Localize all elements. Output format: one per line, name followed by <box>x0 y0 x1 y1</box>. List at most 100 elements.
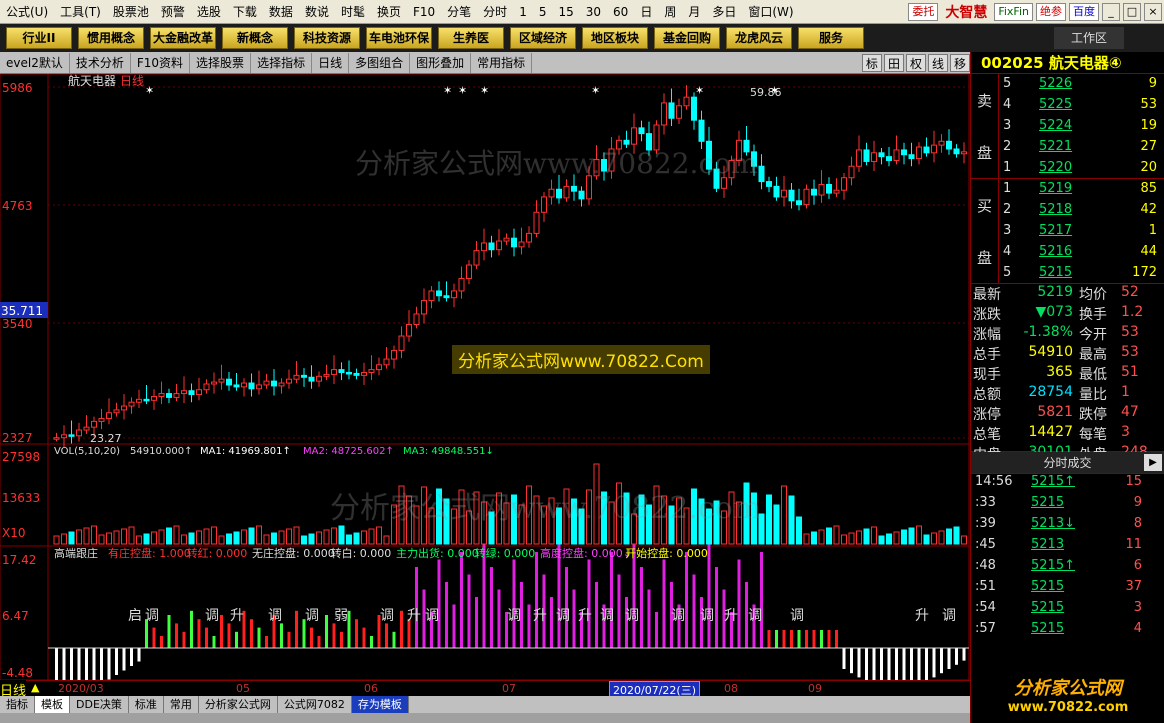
bottom-tab-1[interactable]: 模板 <box>35 696 70 713</box>
buy-price[interactable]: 5219 <box>1039 181 1072 196</box>
chart-stock-name: 航天电器 <box>68 74 116 88</box>
menu-item-18[interactable]: 日 <box>634 0 658 24</box>
sector-button-11[interactable]: 服务 <box>798 27 864 49</box>
sell-volume: 27 <box>1140 139 1157 154</box>
trade-row[interactable]: :39 5213↓ 8 <box>971 516 1164 537</box>
toolbar-item-6[interactable]: 多图组合 <box>349 52 411 73</box>
menu-item-17[interactable]: 60 <box>607 0 634 24</box>
menu-item-1[interactable]: 工具(T) <box>54 0 107 24</box>
trade-row[interactable]: :33 5215 9 <box>971 495 1164 516</box>
trade-row[interactable]: 14:56 5215↑ 15 <box>971 474 1164 495</box>
menu-item-6[interactable]: 数据 <box>263 0 299 24</box>
sector-button-6[interactable]: 生养医 <box>438 27 504 49</box>
menu-item-10[interactable]: F10 <box>407 0 441 24</box>
toolbar-item-7[interactable]: 图形叠加 <box>410 52 472 73</box>
sell-price[interactable]: 5220 <box>1039 160 1072 175</box>
sector-button-0[interactable]: 行业II <box>6 27 72 49</box>
buy-row[interactable]: 4 5216 44 <box>999 244 1164 265</box>
sell-price[interactable]: 5224 <box>1039 118 1072 133</box>
toolbar-toggle-4[interactable]: 移 <box>949 53 970 72</box>
sell-price[interactable]: 5221 <box>1039 139 1072 154</box>
candle-body <box>106 412 112 420</box>
bottom-tab-4[interactable]: 常用 <box>164 696 199 713</box>
sell-price[interactable]: 5225 <box>1039 97 1072 112</box>
sector-button-9[interactable]: 基金回购 <box>654 27 720 49</box>
order-badge[interactable]: 委托 <box>908 3 939 21</box>
bottom-tab-2[interactable]: DDE决策 <box>70 696 129 713</box>
bottom-tab-7[interactable]: 存为模板 <box>351 696 409 713</box>
trade-row[interactable]: :57 5215 4 <box>971 621 1164 642</box>
menu-item-5[interactable]: 下载 <box>227 0 263 24</box>
buy-price[interactable]: 5216 <box>1039 244 1072 259</box>
menu-item-9[interactable]: 换页 <box>371 0 407 24</box>
toolbar-item-5[interactable]: 日线 <box>312 52 350 73</box>
sector-button-8[interactable]: 地区板块 <box>582 27 648 49</box>
badge-3[interactable]: 绝参 <box>1036 3 1066 21</box>
sell-price[interactable]: 5226 <box>1039 76 1072 91</box>
toolbar-item-2[interactable]: F10资料 <box>131 52 191 73</box>
sector-button-5[interactable]: 车电池环保 <box>366 27 432 49</box>
sell-row[interactable]: 1 5220 20 <box>999 160 1164 181</box>
buy-row[interactable]: 5 5215 172 <box>999 265 1164 286</box>
sector-button-3[interactable]: 新概念 <box>222 27 288 49</box>
menu-item-11[interactable]: 分笔 <box>441 0 477 24</box>
buy-price[interactable]: 5218 <box>1039 202 1072 217</box>
buy-row[interactable]: 1 5219 85 <box>999 181 1164 202</box>
bottom-tab-5[interactable]: 分析家公式网 <box>199 696 278 713</box>
menu-item-15[interactable]: 15 <box>552 0 579 24</box>
menu-item-8[interactable]: 时髦 <box>335 0 371 24</box>
buy-price[interactable]: 5217 <box>1039 223 1072 238</box>
toolbar-toggle-2[interactable]: 权 <box>905 53 926 72</box>
maximize-icon[interactable]: □ <box>1123 3 1141 21</box>
toolbar-item-3[interactable]: 选择股票 <box>190 52 252 73</box>
menu-item-7[interactable]: 数说 <box>299 0 335 24</box>
candle-body <box>541 196 547 213</box>
menu-item-12[interactable]: 分时 <box>477 0 513 24</box>
sector-button-1[interactable]: 惯用概念 <box>78 27 144 49</box>
buy-price[interactable]: 5215 <box>1039 265 1072 280</box>
menu-item-13[interactable]: 1 <box>513 0 533 24</box>
toolbar-item-0[interactable]: evel2默认 <box>0 52 70 73</box>
menu-item-20[interactable]: 月 <box>682 0 706 24</box>
toolbar-toggle-1[interactable]: 田 <box>883 53 904 72</box>
menu-item-14[interactable]: 5 <box>533 0 553 24</box>
minimize-icon[interactable]: _ <box>1102 3 1120 21</box>
close-icon[interactable]: × <box>1144 3 1162 21</box>
toolbar-item-4[interactable]: 选择指标 <box>251 52 313 73</box>
toolbar-item-8[interactable]: 常用指标 <box>471 52 533 73</box>
sector-button-10[interactable]: 龙虎风云 <box>726 27 792 49</box>
buy-row[interactable]: 3 5217 1 <box>999 223 1164 244</box>
sector-button-2[interactable]: 大金融改革 <box>150 27 216 49</box>
sell-row[interactable]: 5 5226 9 <box>999 76 1164 97</box>
volume-bar <box>353 532 360 545</box>
menu-item-3[interactable]: 预警 <box>155 0 191 24</box>
trade-row[interactable]: :54 5215 3 <box>971 600 1164 621</box>
menu-item-2[interactable]: 股票池 <box>107 0 155 24</box>
toolbar-item-1[interactable]: 技术分析 <box>70 52 131 73</box>
sell-row[interactable]: 3 5224 19 <box>999 118 1164 139</box>
menu-item-0[interactable]: 公式(U) <box>0 0 54 24</box>
menu-item-4[interactable]: 选股 <box>191 0 227 24</box>
trades-header[interactable]: 分时成交 ▶ <box>971 452 1164 474</box>
buy-row[interactable]: 2 5218 42 <box>999 202 1164 223</box>
trade-row[interactable]: :48 5215↑ 6 <box>971 558 1164 579</box>
menu-item-19[interactable]: 周 <box>658 0 682 24</box>
toolbar-toggle-0[interactable]: 标 <box>861 53 882 72</box>
bottom-tab-0[interactable]: 指标 <box>0 696 35 713</box>
sell-row[interactable]: 4 5225 53 <box>999 97 1164 118</box>
workarea-button[interactable]: 工作区 <box>1054 27 1124 49</box>
sector-button-4[interactable]: 科技资源 <box>294 27 360 49</box>
menu-item-21[interactable]: 多日 <box>706 0 742 24</box>
bottom-tab-3[interactable]: 标准 <box>129 696 164 713</box>
menu-item-16[interactable]: 30 <box>580 0 607 24</box>
trade-row[interactable]: :51 5215 37 <box>971 579 1164 600</box>
bottom-tab-6[interactable]: 公式网7082 <box>278 696 352 713</box>
toolbar-toggle-3[interactable]: 线 <box>927 53 948 72</box>
menu-item-22[interactable]: 窗口(W) <box>742 0 799 24</box>
sell-row[interactable]: 2 5221 27 <box>999 139 1164 160</box>
trades-expand-icon[interactable]: ▶ <box>1144 454 1162 471</box>
baidu-badge[interactable]: 百度 <box>1069 3 1099 21</box>
fixfin-badge[interactable]: FixFin <box>994 3 1033 21</box>
sector-button-7[interactable]: 区域经济 <box>510 27 576 49</box>
trade-row[interactable]: :45 5213 11 <box>971 537 1164 558</box>
